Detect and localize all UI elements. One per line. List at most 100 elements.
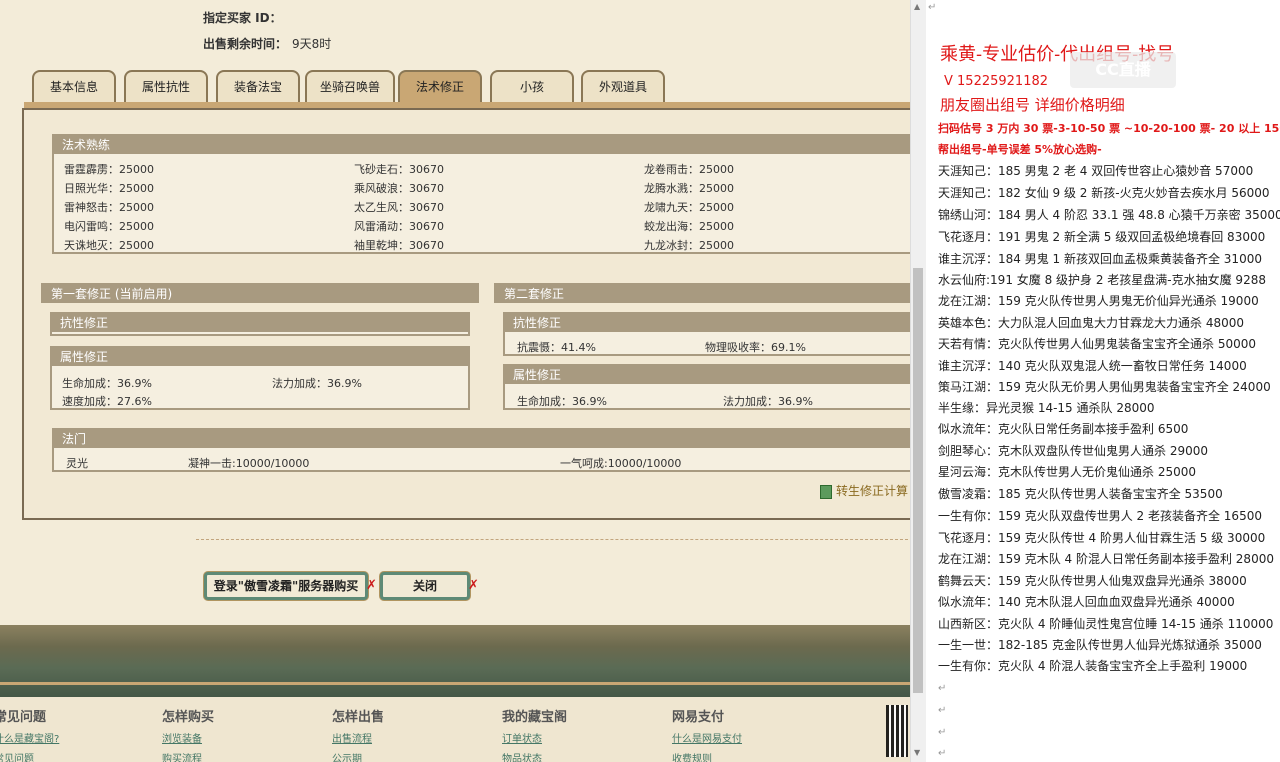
tab-attribute-resist[interactable]: 属性抗性 xyxy=(124,70,208,102)
close-x-icon: ✗ xyxy=(468,578,479,593)
fameng-cell: 灵光 xyxy=(66,457,88,470)
fameng-title: 法门 xyxy=(54,430,910,448)
doc-line: 似水流年：140 克木队混人回血血双盘异光通杀 40000 xyxy=(938,595,1235,609)
paragraph-mark-icon: ↵ xyxy=(938,748,947,759)
skill-cell: 天诛地灭：25000 xyxy=(64,239,154,252)
doc-line: 似水流年：克火队日常任务副本接手盈利 6500 xyxy=(938,422,1189,436)
attr-cell: 生命加成：36.9% xyxy=(62,377,152,390)
footer-link[interactable]: 物品状态 xyxy=(502,750,542,762)
doc-subtitle: 朋友圈出组号 详细价格明细 xyxy=(940,96,1125,114)
set1-attr-title: 属性修正 xyxy=(52,348,468,366)
skill-proficiency-section: 法术熟练 雷霆霹雳：25000 飞砂走石：30670 龙卷雨击：25000 日照… xyxy=(52,134,910,254)
footer-link[interactable]: 浏览装备 xyxy=(162,730,202,745)
login-buy-button[interactable]: 登录"傲雪凌霜"服务器购买 xyxy=(204,572,368,600)
attr-cell: 法力加成：36.9% xyxy=(272,377,362,390)
close-x-icon: ✗ xyxy=(366,578,377,593)
doc-phone: V 15225921182 xyxy=(944,74,1049,89)
game-trade-page: 指定买家 ID： 出售剩余时间： 9天8时 基本信息 属性抗性 装备法宝 坐骑召… xyxy=(0,0,910,762)
rebirth-calc-label: 转生修正计算 xyxy=(836,484,909,498)
footer-link[interactable]: 什么是藏宝阁? xyxy=(0,730,59,745)
calculator-icon xyxy=(820,484,832,499)
tab-basic-info[interactable]: 基本信息 xyxy=(32,70,116,102)
doc-line: 星河云海：克木队传世男人无价鬼仙通杀 25000 xyxy=(938,465,1196,479)
footer xyxy=(0,697,910,762)
scroll-down-icon[interactable]: ▼ xyxy=(914,748,920,757)
set2-header: 第二套修正 xyxy=(494,283,910,303)
doc-line: 策马江湖：159 克火队无价男人男仙男鬼装备宝宝齐全 24000 xyxy=(938,380,1271,394)
fameng-section: 法门 灵光 凝神一击:10000/10000 一气呵成:10000/10000 xyxy=(52,428,910,472)
resist-cell: 抗震慑：41.4% xyxy=(517,341,596,354)
tab-equipment[interactable]: 装备法宝 xyxy=(216,70,300,102)
footer-heading: 怎样购买 xyxy=(162,710,215,725)
time-left-label: 出售剩余时间： xyxy=(203,37,288,51)
doc-line: 一生有你：克火队 4 阶混人装备宝宝齐全上手盈利 19000 xyxy=(938,659,1248,673)
price-rule-line: 扫码估号 3 万内 30 票-3-10-50 票 ~10-20-100 票- 2… xyxy=(938,122,1280,135)
skill-cell: 日照光华：25000 xyxy=(64,182,154,195)
paragraph-mark-icon: ↵ xyxy=(938,727,947,738)
skill-cell: 雷霆霹雳：25000 xyxy=(64,163,154,176)
set2-resist-section: 抗性修正 抗震慑：41.4% 物理吸收率：69.1% xyxy=(503,312,910,356)
footer-heading: 我的藏宝阁 xyxy=(502,710,568,725)
footer-heading: 怎样出售 xyxy=(332,710,385,725)
scrollbar-thumb[interactable] xyxy=(913,268,923,693)
doc-line: 谁主沉浮：184 男鬼 1 新孩双回血孟极乘黄装备齐全 31000 xyxy=(938,252,1262,266)
time-left-value: 9天8时 xyxy=(292,37,332,51)
watermark-logo: CC直播 xyxy=(1070,52,1176,88)
doc-line: 谁主沉浮：140 克火队双鬼混人统一畜牧日常任务 14000 xyxy=(938,359,1247,373)
document-panel: ↵ 乘黄-专业估价-代出组号-找号 V 15225921182 CC直播 朋友圈… xyxy=(926,0,1280,762)
decorative-mountain-band xyxy=(0,625,910,697)
vertical-scrollbar[interactable]: ▲ ▼ xyxy=(910,0,926,762)
skill-cell: 龙啸九天：25000 xyxy=(644,201,734,214)
doc-line: 龙在江湖：159 克木队 4 阶混人日常任务副本接手盈利 28000 xyxy=(938,552,1274,566)
paragraph-mark-icon: ↵ xyxy=(938,683,947,694)
set1-resist-title: 抗性修正 xyxy=(52,314,468,332)
doc-line: 鹤舞云天：159 克火队传世男人仙鬼双盘异光通杀 38000 xyxy=(938,574,1247,588)
scroll-up-icon[interactable]: ▲ xyxy=(914,2,920,11)
footer-link[interactable]: 订单状态 xyxy=(502,730,542,745)
set2-resist-title: 抗性修正 xyxy=(505,314,910,332)
resist-cell: 物理吸收率：69.1% xyxy=(705,341,806,354)
tab-child[interactable]: 小孩 xyxy=(490,70,574,102)
footer-link[interactable]: 出售流程 xyxy=(332,730,372,745)
skill-cell: 飞砂走石：30670 xyxy=(354,163,444,176)
fameng-cell: 一气呵成:10000/10000 xyxy=(560,457,682,470)
section-title: 法术熟练 xyxy=(54,136,910,154)
doc-line: 剑胆琴心：克木队双盘队传世仙鬼男人通杀 29000 xyxy=(938,444,1208,458)
doc-line: 山西新区：克火队 4 阶睡仙灵性鬼宫位睡 14-15 通杀 110000 xyxy=(938,617,1274,631)
footer-link[interactable]: 常见问题 xyxy=(0,750,34,762)
paragraph-mark-icon: ↵ xyxy=(938,705,947,716)
skill-cell: 电闪雷鸣：25000 xyxy=(64,220,154,233)
footer-link[interactable]: 购买流程 xyxy=(162,750,202,762)
set2-attr-section: 属性修正 生命加成：36.9% 法力加成：36.9% xyxy=(503,364,910,410)
doc-line: 水云仙府:191 女魔 8 级护身 2 老孩星盘满-克水抽女魔 9288 xyxy=(938,273,1266,287)
paragraph-mark-icon: ↵ xyxy=(928,2,937,13)
price-rule-line: 帮出组号-单号误差 5%放心选购- xyxy=(938,143,1102,156)
skill-cell: 龙卷雨击：25000 xyxy=(644,163,734,176)
rebirth-calc-link[interactable]: 转生修正计算 xyxy=(820,482,908,499)
doc-line: 傲雪凌霜：185 克火队传世男人装备宝宝齐全 53500 xyxy=(938,487,1223,501)
set2-title: 第二套修正 xyxy=(496,285,910,303)
close-button[interactable]: 关闭 xyxy=(380,572,470,600)
doc-line: 飞花逐月：159 克火队传世 4 阶男人仙甘霖生活 5 级 30000 xyxy=(938,531,1266,545)
skill-cell: 风雷涌动：30670 xyxy=(354,220,444,233)
doc-line: 一生有你：159 克火队双盘传世男人 2 老孩装备齐全 16500 xyxy=(938,509,1262,523)
set1-resist-section: 抗性修正 xyxy=(50,312,470,336)
tab-mounts-pets[interactable]: 坐骑召唤兽 xyxy=(305,70,395,102)
skill-cell: 蛟龙出海：25000 xyxy=(644,220,734,233)
divider xyxy=(196,539,908,540)
footer-heading: 常见问题 xyxy=(0,710,47,725)
skill-cell: 龙腾水溅：25000 xyxy=(644,182,734,195)
footer-link[interactable]: 公示期 xyxy=(332,750,362,762)
buyer-id-label: 指定买家 ID： xyxy=(203,11,282,25)
attr-cell: 生命加成：36.9% xyxy=(517,395,607,408)
footer-heading: 网易支付 xyxy=(672,710,725,725)
skill-cell: 雷神怒击：25000 xyxy=(64,201,154,214)
attr-cell: 速度加成：27.6% xyxy=(62,395,152,408)
doc-line: 飞花逐月：191 男鬼 2 新全满 5 级双回孟极绝境春回 83000 xyxy=(938,230,1266,244)
doc-line: 锦绣山河：184 男人 4 阶忍 33.1 强 48.8 心猿千万亲密 3500… xyxy=(938,208,1280,222)
footer-link[interactable]: 什么是网易支付 xyxy=(672,730,742,745)
doc-line: 天涯知己：185 男鬼 2 老 4 双回传世容止心猿妙音 57000 xyxy=(938,164,1254,178)
tab-appearance[interactable]: 外观道具 xyxy=(581,70,665,102)
footer-link[interactable]: 收费规则 xyxy=(672,750,712,762)
tab-spell-correction[interactable]: 法术修正 xyxy=(398,70,482,102)
